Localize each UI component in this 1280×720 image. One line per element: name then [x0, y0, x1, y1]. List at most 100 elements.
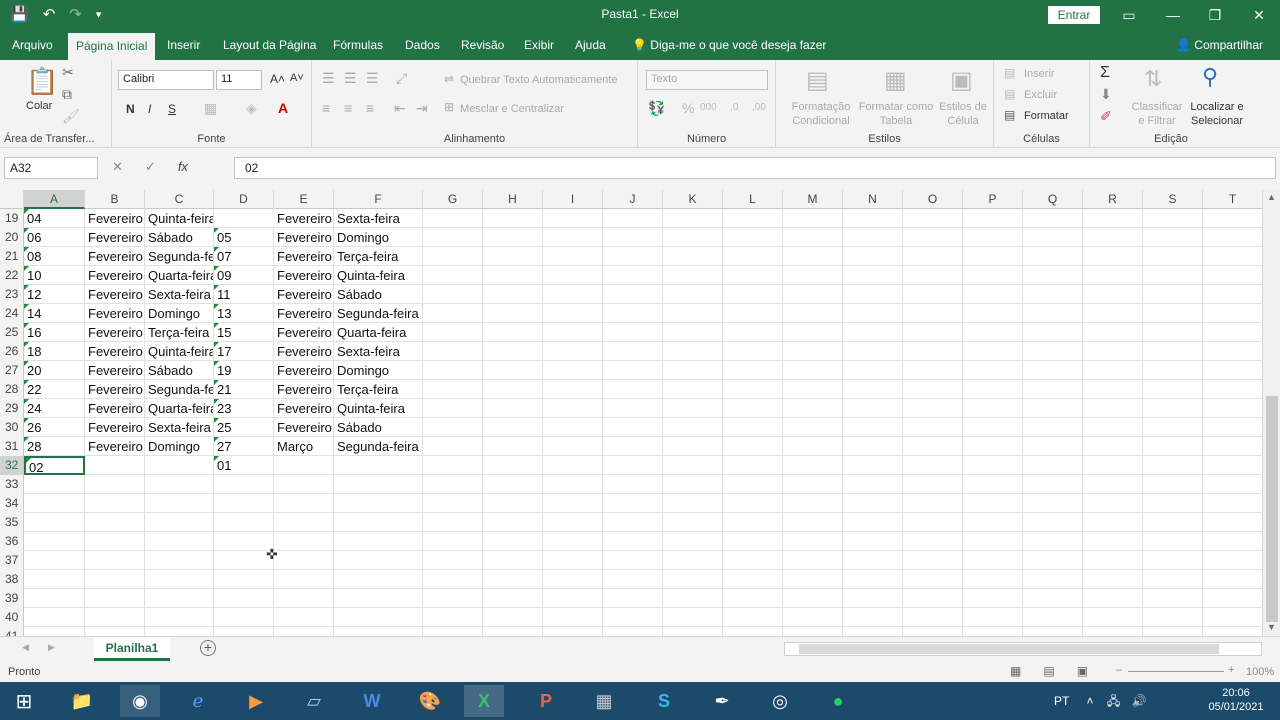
cell[interactable]	[214, 570, 274, 589]
cell[interactable]	[663, 494, 723, 513]
cell[interactable]	[963, 380, 1023, 399]
cell[interactable]	[843, 323, 903, 342]
cell[interactable]: 18	[24, 342, 85, 361]
cell[interactable]: 08	[24, 247, 85, 266]
cell[interactable]	[843, 399, 903, 418]
column-header-e[interactable]: E	[274, 190, 334, 209]
row-header[interactable]: 38	[0, 570, 24, 589]
conditional-format-button[interactable]: Formatação Condicional	[784, 100, 858, 128]
cell[interactable]: Fevereiro	[85, 380, 145, 399]
cell[interactable]	[543, 475, 603, 494]
cell[interactable]	[963, 342, 1023, 361]
cell[interactable]	[274, 551, 334, 570]
cell[interactable]	[423, 266, 483, 285]
cell[interactable]	[963, 532, 1023, 551]
cell[interactable]	[1023, 209, 1083, 228]
cell[interactable]	[543, 399, 603, 418]
column-header-o[interactable]: O	[903, 190, 963, 209]
orientation-icon[interactable]: ⤢	[396, 70, 407, 87]
cell[interactable]	[963, 209, 1023, 228]
cell[interactable]	[483, 589, 543, 608]
cell[interactable]	[843, 285, 903, 304]
cell[interactable]	[783, 399, 843, 418]
cell[interactable]	[543, 209, 603, 228]
cell[interactable]	[1083, 532, 1143, 551]
cell[interactable]	[663, 285, 723, 304]
cell[interactable]	[843, 551, 903, 570]
sheet-scroll-right-icon[interactable]: ▶	[48, 642, 55, 653]
cell[interactable]: 16	[24, 323, 85, 342]
cell[interactable]	[723, 361, 783, 380]
cell[interactable]	[843, 380, 903, 399]
cell[interactable]	[903, 247, 963, 266]
cell[interactable]	[423, 570, 483, 589]
row-header[interactable]: 37	[0, 551, 24, 570]
cell[interactable]	[663, 304, 723, 323]
cell[interactable]	[1083, 266, 1143, 285]
cell[interactable]	[214, 494, 274, 513]
thousands-icon[interactable]: 000	[700, 102, 717, 113]
cell[interactable]	[903, 285, 963, 304]
cell[interactable]	[1203, 608, 1262, 627]
paste-icon[interactable]: 📋	[26, 66, 58, 97]
cell[interactable]	[843, 437, 903, 456]
cell[interactable]	[543, 247, 603, 266]
cell[interactable]	[723, 418, 783, 437]
cell[interactable]: Terça-feira	[145, 323, 214, 342]
cell[interactable]	[543, 418, 603, 437]
cell[interactable]	[1023, 532, 1083, 551]
cell[interactable]: Sábado	[145, 228, 214, 247]
cell[interactable]	[843, 475, 903, 494]
cell[interactable]	[843, 209, 903, 228]
cell[interactable]	[1023, 589, 1083, 608]
cell[interactable]	[423, 456, 483, 475]
cell[interactable]	[85, 589, 145, 608]
cell[interactable]	[903, 266, 963, 285]
italic-button[interactable]: I	[148, 102, 151, 116]
column-header-k[interactable]: K	[663, 190, 723, 209]
tab-pagina-inicial[interactable]: Página Inicial	[68, 33, 156, 60]
decrease-decimal-icon[interactable]: ,00	[752, 102, 766, 113]
notes-icon[interactable]: ▱	[294, 685, 334, 717]
grow-font-icon[interactable]: A˄	[270, 72, 285, 86]
cell[interactable]	[1023, 380, 1083, 399]
cell[interactable]	[783, 494, 843, 513]
cell[interactable]	[85, 551, 145, 570]
cell[interactable]	[483, 551, 543, 570]
row-header[interactable]: 31	[0, 437, 24, 456]
cell[interactable]: 10	[24, 266, 85, 285]
cell[interactable]	[843, 304, 903, 323]
find-select-button[interactable]: Localizar e Selecionar	[1184, 100, 1250, 128]
cell[interactable]	[603, 475, 663, 494]
cell[interactable]	[24, 513, 85, 532]
cell[interactable]	[843, 266, 903, 285]
language-indicator[interactable]: PT	[1054, 694, 1069, 708]
cell[interactable]	[783, 342, 843, 361]
cell[interactable]	[663, 399, 723, 418]
cell[interactable]	[423, 608, 483, 627]
cell[interactable]: 24	[24, 399, 85, 418]
cell[interactable]	[1083, 608, 1143, 627]
cell[interactable]	[903, 380, 963, 399]
cell[interactable]	[1083, 228, 1143, 247]
cell[interactable]	[603, 304, 663, 323]
cell[interactable]	[274, 532, 334, 551]
cell[interactable]	[603, 399, 663, 418]
cell[interactable]	[723, 342, 783, 361]
spotify-icon[interactable]: ●	[818, 685, 858, 717]
cell[interactable]	[663, 532, 723, 551]
cell[interactable]	[423, 228, 483, 247]
column-header-a[interactable]: A	[24, 190, 85, 209]
cell[interactable]	[145, 551, 214, 570]
cell[interactable]	[483, 323, 543, 342]
cell[interactable]	[423, 475, 483, 494]
underline-button[interactable]: S	[168, 102, 176, 116]
select-all-corner[interactable]	[0, 190, 24, 209]
cell[interactable]: Segunda-feira	[334, 304, 423, 323]
cell[interactable]	[1023, 608, 1083, 627]
cell[interactable]	[903, 437, 963, 456]
cell[interactable]	[24, 494, 85, 513]
cell[interactable]	[85, 456, 145, 475]
cell[interactable]	[603, 589, 663, 608]
cell[interactable]	[1023, 342, 1083, 361]
